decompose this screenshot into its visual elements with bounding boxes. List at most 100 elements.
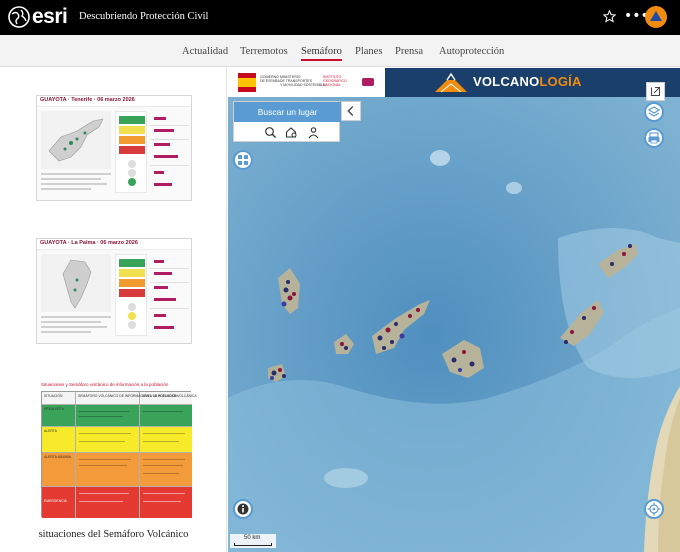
chart-bar — [154, 326, 174, 329]
chart-rule — [150, 308, 189, 309]
proteccion-civil-logo[interactable] — [645, 6, 667, 28]
volcanologia-title: VOLCANOLOGÍA — [473, 74, 582, 89]
chart-rule — [150, 165, 189, 166]
ministerio-text: MINISTERIO DE TRANSPORTES Y MOVILIDAD SO… — [280, 75, 326, 88]
external-link-icon — [650, 86, 661, 97]
semaforo-row-emergencia: EMERGENCIA — [42, 486, 192, 518]
text-line — [143, 465, 183, 466]
layer-list-button[interactable] — [644, 102, 664, 122]
chart-bar — [154, 183, 172, 186]
locate-user-icon[interactable] — [307, 126, 320, 139]
site-title[interactable]: Descubriendo Protección Civil — [79, 11, 208, 22]
level-band — [119, 259, 145, 267]
level-band — [119, 126, 145, 134]
search-widget: Buscar un lugar — [233, 101, 341, 142]
mini-charts — [150, 111, 189, 193]
text-line — [143, 441, 179, 442]
semaforo-situation-cell: ALERTA — [42, 427, 76, 452]
text-line — [79, 465, 127, 466]
spain-flag-icon — [238, 73, 256, 92]
chart-rule — [150, 139, 189, 140]
text-line — [79, 433, 131, 434]
volcano-logo-icon — [435, 72, 467, 93]
text-line — [79, 501, 123, 502]
text-line — [41, 173, 111, 175]
nav-actualidad[interactable]: Actualidad — [182, 46, 228, 57]
grid-icon — [238, 155, 248, 165]
text-line — [143, 473, 179, 474]
semaforo-header-cell: SITUACIÓN — [42, 392, 76, 404]
semaforo-header-row: SITUACIÓN SEMÁFORO VOLCÁNICO DE INFORMAC… — [42, 392, 197, 404]
la-palma-silhouette — [62, 259, 92, 309]
text-line — [143, 459, 185, 460]
text-line — [79, 459, 131, 460]
nav-prensa[interactable]: Prensa — [395, 46, 423, 57]
chart-bar — [154, 286, 168, 289]
text-line — [143, 411, 183, 412]
nav-autoproteccion[interactable]: Autoprotección — [439, 46, 504, 57]
report-thumbnail-tenerife[interactable]: GUAYOTA · Tenerife · 06 marzo 2026 — [36, 95, 192, 201]
chart-bar — [154, 272, 172, 275]
report-body — [37, 107, 191, 200]
report-title: GUAYOTA · La Palma · 06 marzo 2026 — [40, 240, 138, 246]
favorite-star-icon[interactable] — [603, 10, 616, 23]
open-external-button[interactable] — [646, 82, 665, 101]
section-nav: Actualidad Terremotos Semáforo Planes Pr… — [0, 35, 680, 67]
gobierno-espana-text: GOBIERNO DE ESPAÑA — [260, 75, 280, 84]
traffic-light-icon — [128, 303, 136, 329]
level-band — [119, 269, 145, 277]
search-icon[interactable] — [264, 126, 277, 139]
semaforo-row-alerta: ALERTA — [42, 426, 192, 452]
semaforo-header-cell: NIVEL DE ACTIVIDAD VOLCÁNICA — [142, 394, 197, 398]
info-button[interactable] — [233, 499, 253, 519]
text-line — [41, 183, 107, 185]
chart-bar — [154, 143, 170, 146]
text-line — [41, 331, 91, 333]
text-line — [41, 321, 101, 323]
chart-rule — [150, 125, 189, 126]
home-search-icon[interactable] — [285, 126, 298, 139]
search-place-button[interactable]: Buscar un lugar — [234, 102, 341, 122]
semaforo-info-cell — [76, 453, 140, 486]
level-band — [119, 279, 145, 287]
nav-planes[interactable]: Planes — [355, 46, 382, 57]
locate-button[interactable] — [644, 499, 664, 519]
scale-label: 50 km — [244, 535, 261, 541]
semaforo-image-title: Situaciones y Semáforo volcánico de info… — [41, 382, 169, 387]
semaforo-situation-cell: EMERGENCIA — [42, 487, 76, 518]
print-button[interactable] — [644, 128, 664, 148]
level-band — [119, 146, 145, 154]
text-line — [41, 326, 107, 328]
volcano-map[interactable]: GOBIERNO DE ESPAÑA MINISTERIO DE TRANSPO… — [228, 68, 680, 552]
report-header: GUAYOTA · Tenerife · 06 marzo 2026 — [37, 96, 191, 107]
semaforo-header-cell: SEMÁFORO VOLCÁNICO DE INFORMACIÓN A LA P… — [76, 392, 177, 404]
report-header: GUAYOTA · La Palma · 06 marzo 2026 — [37, 239, 191, 250]
semaforo-caption: situaciones del Semáforo Volcánico — [38, 529, 189, 540]
more-options-icon[interactable]: ••• — [624, 8, 649, 24]
text-line — [79, 441, 125, 442]
level-band — [119, 116, 145, 124]
semaforo-situation-cell: ALERTA MÁXIMA — [42, 453, 76, 486]
nav-terremotos[interactable]: Terremotos — [240, 46, 288, 57]
semaforo-info-cell — [76, 427, 140, 452]
nav-semaforo[interactable]: Semáforo — [301, 46, 342, 61]
text-line — [41, 178, 101, 180]
scale-bar: 50 km — [230, 534, 276, 548]
report-thumbnail-la-palma[interactable]: GUAYOTA · La Palma · 06 marzo 2026 — [36, 238, 192, 344]
semaforo-table-image[interactable]: Situaciones y Semáforo volcánico de info… — [36, 377, 197, 523]
level-band — [119, 136, 145, 144]
collapse-search-button[interactable] — [341, 101, 361, 121]
esri-logo[interactable]: esri — [8, 5, 68, 28]
top-bar: esri Descubriendo Protección Civil ••• — [0, 0, 680, 35]
chart-bar — [154, 314, 166, 317]
text-line — [41, 316, 111, 318]
text-line — [143, 501, 181, 502]
text-line — [143, 433, 185, 434]
text-line — [41, 188, 91, 190]
basemap-gallery-button[interactable] — [233, 150, 253, 170]
globe-icon — [8, 6, 30, 28]
esri-wordmark: esri — [32, 5, 68, 28]
mini-island-map — [41, 254, 111, 312]
mini-charts — [150, 254, 189, 336]
semaforo-row-alerta-maxima: ALERTA MÁXIMA — [42, 452, 192, 486]
